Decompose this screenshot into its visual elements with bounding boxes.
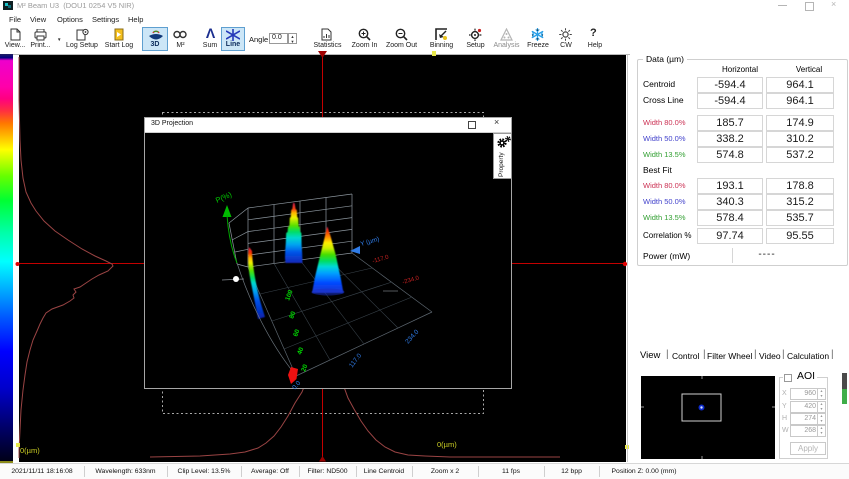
svg-text:117.0: 117.0	[348, 352, 363, 369]
svg-text:0(µm): 0(µm)	[437, 440, 457, 449]
svg-text:-117.0: -117.0	[372, 254, 390, 265]
svg-text:20: 20	[300, 363, 309, 373]
svg-text:0(µm): 0(µm)	[20, 446, 40, 455]
svg-text:P(%): P(%)	[214, 190, 233, 205]
svg-text:-234.0: -234.0	[402, 275, 421, 286]
svg-text:Y (µm): Y (µm)	[360, 236, 381, 248]
svg-text:40: 40	[296, 346, 305, 356]
svg-text:60: 60	[292, 328, 301, 338]
svg-text:80: 80	[288, 310, 297, 320]
svg-text:100: 100	[284, 289, 294, 302]
svg-text:234.0: 234.0	[404, 328, 420, 345]
